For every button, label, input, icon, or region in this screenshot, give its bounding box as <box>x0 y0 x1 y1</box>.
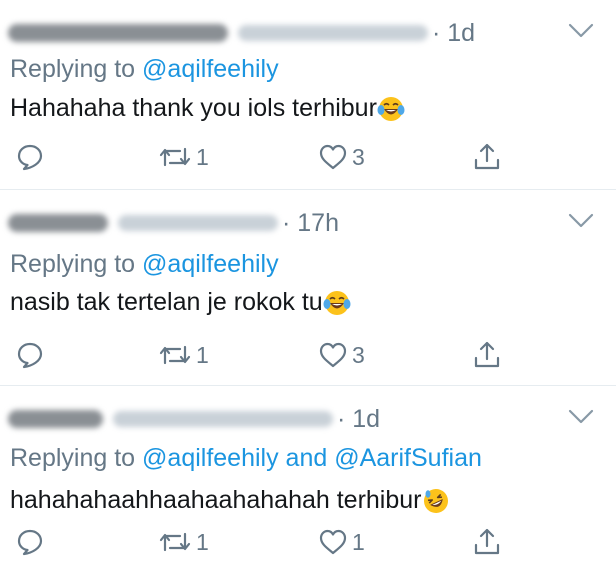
chevron-down-icon[interactable] <box>568 408 594 426</box>
blurred-username <box>238 25 428 41</box>
blurred-display-name <box>8 24 228 42</box>
tweet-body: hahahahaahhaahaahahahah terhibur <box>10 486 422 514</box>
retweet-button[interactable]: 1 <box>158 525 209 559</box>
blurred-display-name <box>8 214 108 232</box>
reply-button[interactable] <box>16 525 48 559</box>
share-icon <box>474 143 500 170</box>
tweet-actions: 1 3 <box>0 140 616 174</box>
mention-link[interactable]: @AarifSufian <box>334 444 482 472</box>
face-with-tears-of-joy-icon <box>323 290 351 315</box>
reply-button[interactable] <box>16 338 48 372</box>
tweet-header: · 1d <box>8 18 475 48</box>
tweet-text: Hahahaha thank you iols terhibur <box>10 94 405 123</box>
tweet-body: Hahahaha thank you iols terhibur <box>10 94 377 122</box>
retweet-count: 1 <box>196 143 209 170</box>
replying-to-label: Replying to <box>10 250 143 278</box>
retweet-count: 1 <box>196 528 209 555</box>
mention-joiner: and <box>278 444 335 472</box>
retweet-button[interactable]: 1 <box>158 338 209 372</box>
tweet-header: · 1d <box>8 404 380 434</box>
heart-icon <box>319 342 347 368</box>
retweet-icon <box>159 345 191 365</box>
retweet-button[interactable]: 1 <box>158 140 209 174</box>
like-button[interactable]: 1 <box>318 525 365 559</box>
replying-to-line: Replying to @aqilfeehily and @AarifSufia… <box>10 444 482 473</box>
face-with-tears-of-joy-icon <box>377 96 405 121</box>
tweet-text: nasib tak tertelan je rokok tu <box>10 288 351 317</box>
chevron-down-icon[interactable] <box>568 212 594 230</box>
reply-tweet[interactable]: · 1d Replying to @aqilfeehily and @Aarif… <box>0 386 616 571</box>
heart-icon <box>319 144 347 170</box>
retweet-count: 1 <box>196 341 209 368</box>
reply-tweet[interactable]: · 1d Replying to @aqilfeehily Hahahaha t… <box>0 0 616 190</box>
tweet-header: · 17h <box>8 208 339 238</box>
tweet-timestamp[interactable]: · 1d <box>337 405 380 434</box>
retweet-icon <box>159 147 191 167</box>
tweet-body: nasib tak tertelan je rokok tu <box>10 288 323 316</box>
share-button[interactable] <box>473 525 501 559</box>
share-icon <box>474 341 500 368</box>
like-count: 3 <box>352 341 365 368</box>
tweet-actions: 1 1 <box>0 525 616 559</box>
retweet-icon <box>159 532 191 552</box>
chevron-down-icon[interactable] <box>568 22 594 40</box>
reply-icon <box>17 342 43 369</box>
blurred-username <box>118 215 278 231</box>
reply-icon <box>17 529 43 556</box>
like-count: 3 <box>352 143 365 170</box>
blurred-display-name <box>8 410 103 428</box>
share-button[interactable] <box>473 338 501 372</box>
mention-link[interactable]: @aqilfeehily <box>142 250 279 278</box>
reply-tweet[interactable]: · 17h Replying to @aqilfeehily nasib tak… <box>0 190 616 386</box>
replying-to-label: Replying to <box>10 444 143 472</box>
share-button[interactable] <box>473 140 501 174</box>
blurred-username <box>113 411 333 427</box>
tweet-timestamp[interactable]: · 17h <box>282 209 339 238</box>
heart-icon <box>319 529 347 555</box>
share-icon <box>474 528 500 555</box>
mention-link[interactable]: @aqilfeehily <box>142 55 279 83</box>
replying-to-line: Replying to @aqilfeehily <box>10 250 279 279</box>
tweet-timestamp[interactable]: · 1d <box>432 19 475 48</box>
reply-button[interactable] <box>16 140 48 174</box>
like-button[interactable]: 3 <box>318 140 365 174</box>
reply-icon <box>17 144 43 171</box>
replying-to-line: Replying to @aqilfeehily <box>10 55 279 84</box>
tweet-text: hahahahaahhaahaahahahah terhibur <box>10 486 450 515</box>
like-button[interactable]: 3 <box>318 338 365 372</box>
replying-to-label: Replying to <box>10 55 143 83</box>
like-count: 1 <box>352 528 365 555</box>
mention-link[interactable]: @aqilfeehily <box>142 444 279 472</box>
rolling-on-the-floor-laughing-icon <box>423 488 448 513</box>
tweet-actions: 1 3 <box>0 338 616 372</box>
